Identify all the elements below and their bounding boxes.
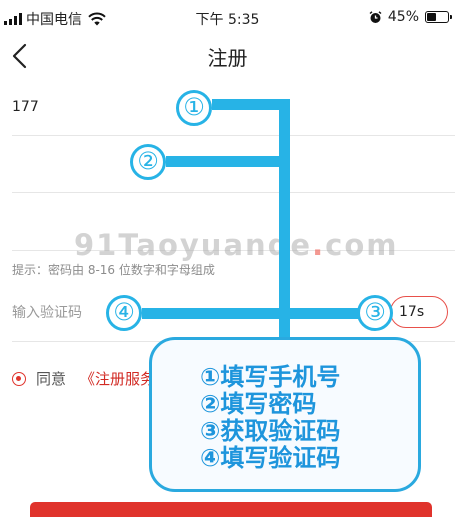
step-badge-4: ④ [106,295,142,331]
alarm-icon [369,10,382,23]
step-2-text: ②填写密码 [200,390,317,418]
terms-link[interactable]: 《注册服务 [80,368,155,389]
password-field [0,136,455,193]
register-button[interactable] [30,502,432,517]
status-bar: 中国电信 下午 5:35 45% [0,0,455,34]
battery-percent: 45% [387,9,419,25]
step-badge-1: ① [176,90,212,126]
agreement-row: 同意 《注册服务 [12,368,155,389]
password-hint: 提示：密码由 8-16 位数字和字母组成 [12,263,215,277]
instruction-box: ①填写手机号 ②填写密码 ③获取验证码 ④填写验证码 [149,337,421,492]
agree-radio[interactable] [12,371,26,386]
phone-field [0,78,455,136]
page-title: 注册 [207,46,248,70]
get-code-countdown: 17s [399,304,425,320]
watermark-prefix: 91Taoyuande [74,228,313,262]
watermark-suffix: com [325,228,399,262]
battery-fill [427,13,436,21]
watermark-dot: . [312,228,326,262]
step-3-text: ③获取验证码 [200,417,341,445]
phone-input[interactable] [12,78,312,136]
battery-icon [425,11,452,23]
nav-bar: 注册 [0,34,455,78]
get-code-button[interactable]: 17s [390,296,448,328]
status-right: 45% [369,9,452,25]
step-badge-3: ③ [357,295,393,331]
step-4-text: ④填写验证码 [200,444,341,472]
watermark: 91Taoyuande.com [74,228,398,262]
step-badge-2: ② [130,144,166,180]
agree-label: 同意 [36,370,67,388]
step-1-text: ①填写手机号 [200,363,341,391]
